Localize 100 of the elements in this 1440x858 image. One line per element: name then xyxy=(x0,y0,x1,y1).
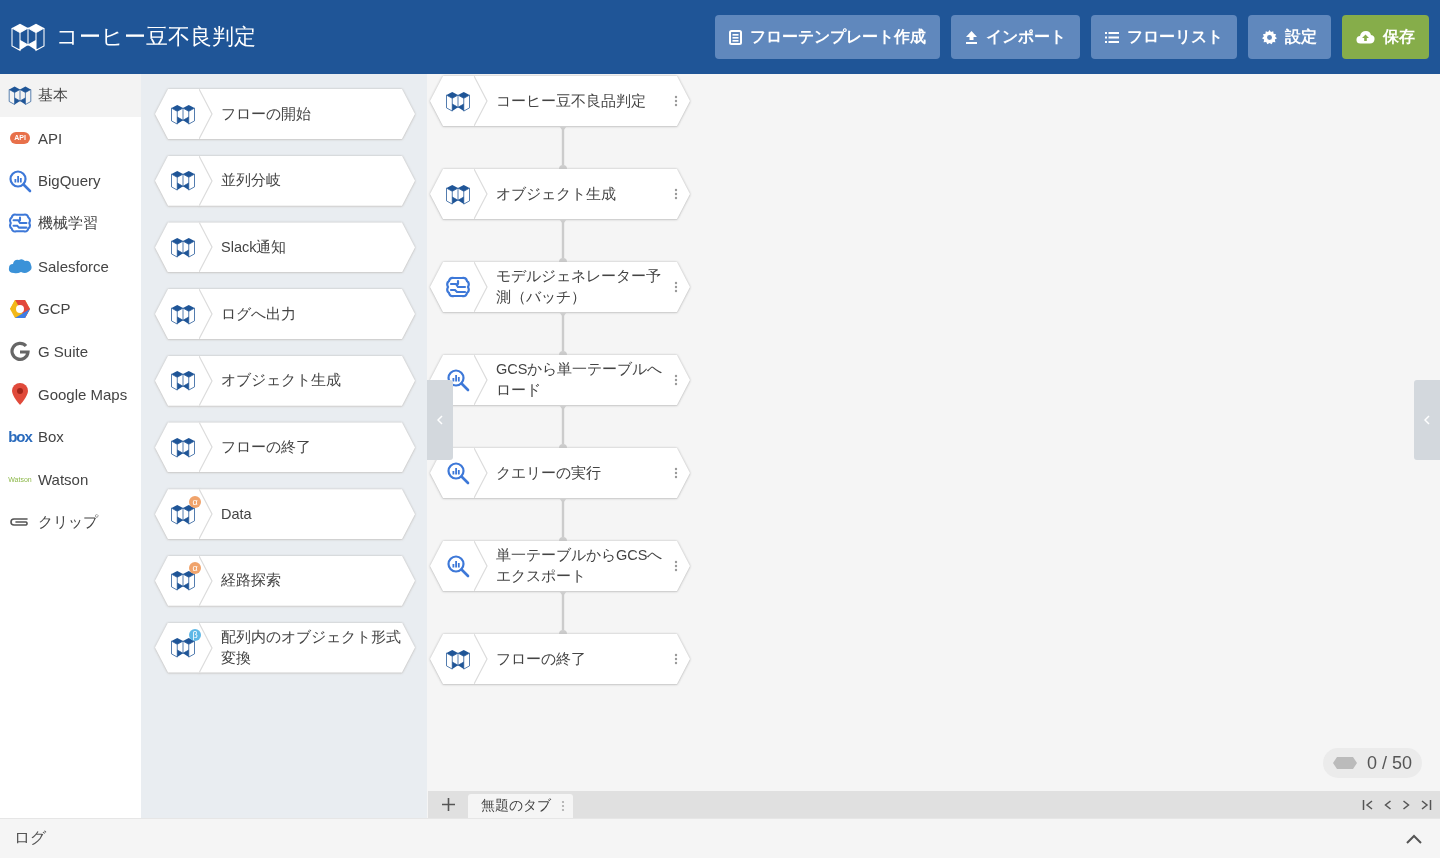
chevron-left-icon xyxy=(437,415,443,425)
last-page-icon[interactable] xyxy=(1420,798,1432,811)
cube-logo-icon xyxy=(170,502,196,526)
cube-logo-icon xyxy=(170,569,196,593)
header-button[interactable]: フローリスト xyxy=(1091,15,1237,59)
palette-block[interactable]: ログへ出力 xyxy=(155,289,415,340)
category-label: G Suite xyxy=(38,342,89,360)
block-divider xyxy=(199,422,213,473)
cloud-icon xyxy=(8,258,32,275)
flow-node[interactable]: GCSから単一テーブルへロード xyxy=(430,355,690,405)
flow-node[interactable]: オブジェクト生成 xyxy=(430,169,690,219)
cube-logo-icon xyxy=(445,647,471,671)
block-label: Data xyxy=(220,504,253,524)
block-divider xyxy=(199,89,213,139)
more-icon[interactable] xyxy=(674,95,678,107)
block-divider xyxy=(199,355,213,406)
block-divider xyxy=(474,262,488,312)
category-label: GCP xyxy=(38,300,71,318)
connector-line xyxy=(558,126,568,169)
header-button[interactable]: インポート xyxy=(951,15,1080,59)
palette-block[interactable]: オブジェクト生成 xyxy=(155,355,415,406)
box-logo: box xyxy=(8,429,32,445)
category-item[interactable]: Salesforce xyxy=(0,244,141,288)
category-label: Salesforce xyxy=(38,257,109,275)
status-badge: α xyxy=(189,562,201,575)
flow-node[interactable]: コーヒー豆不良品判定 xyxy=(430,76,690,126)
category-item[interactable]: 機械学習 xyxy=(0,202,141,245)
block-divider xyxy=(474,355,488,405)
header-button[interactable]: フローテンプレート作成 xyxy=(715,15,940,59)
more-icon[interactable] xyxy=(561,800,565,812)
node-label: フローの終了 xyxy=(495,649,587,669)
cube-logo-icon xyxy=(170,235,196,259)
more-icon[interactable] xyxy=(674,560,678,572)
palette-block[interactable]: フローの終了 xyxy=(155,422,415,473)
cube-logo-icon xyxy=(170,302,196,326)
category-item[interactable]: 基本 xyxy=(0,74,141,117)
more-icon[interactable] xyxy=(674,188,678,200)
category-item[interactable]: G Suite xyxy=(0,330,141,373)
category-item[interactable]: クリップ xyxy=(0,500,141,544)
palette-block[interactable]: β 配列内のオブジェクト形式変換 xyxy=(155,622,415,673)
list-icon xyxy=(1105,31,1119,43)
category-item[interactable]: GCP xyxy=(0,287,141,331)
chevron-left-icon xyxy=(1424,415,1430,425)
palette-block[interactable]: α 経路探索 xyxy=(155,555,415,606)
cube-logo-icon xyxy=(170,435,196,459)
upload-icon xyxy=(965,30,978,44)
block-label: フローの終了 xyxy=(220,437,312,457)
node-label: 単一テーブルからGCSへエクスポート xyxy=(495,546,664,586)
chevron-up-icon[interactable] xyxy=(1406,833,1422,844)
block-divider xyxy=(199,622,213,673)
block-divider xyxy=(199,155,213,206)
category-label: Box xyxy=(38,428,64,446)
category-item[interactable]: box Box xyxy=(0,415,141,459)
header-button[interactable]: 設定 xyxy=(1248,15,1331,59)
cube-logo-icon xyxy=(445,89,471,113)
magnifier-chart-icon xyxy=(8,168,32,193)
block-divider xyxy=(474,169,488,219)
category-label: 基本 xyxy=(38,85,68,105)
expand-handle[interactable] xyxy=(1414,380,1440,460)
plus-icon xyxy=(441,798,455,811)
cube-logo-icon xyxy=(10,21,46,53)
flow-node[interactable]: フローの終了 xyxy=(430,634,690,684)
block-divider xyxy=(474,634,488,684)
palette-block[interactable]: 並列分岐 xyxy=(155,155,415,206)
collapse-handle[interactable] xyxy=(427,380,453,460)
more-icon[interactable] xyxy=(674,653,678,665)
tab[interactable]: 無題のタブ xyxy=(468,794,573,818)
block-label: ログへ出力 xyxy=(220,304,297,324)
magnifier-chart-icon xyxy=(446,461,470,485)
flow-node[interactable]: 単一テーブルからGCSへエクスポート xyxy=(430,541,690,591)
block-divider xyxy=(199,222,213,273)
block-divider xyxy=(199,555,213,606)
cube-logo-icon xyxy=(170,102,196,126)
category-label: Google Maps xyxy=(38,385,128,403)
node-label: GCSから単一テーブルへロード xyxy=(495,360,664,400)
block-divider xyxy=(474,541,488,591)
block-label: 配列内のオブジェクト形式変換 xyxy=(220,627,402,668)
flow-node[interactable]: クエリーの実行 xyxy=(430,448,690,498)
first-page-icon[interactable] xyxy=(1362,798,1374,811)
more-icon[interactable] xyxy=(674,281,678,293)
more-icon[interactable] xyxy=(674,374,678,386)
more-icon[interactable] xyxy=(674,467,678,479)
category-item[interactable]: BigQuery xyxy=(0,159,141,203)
block-label: Slack通知 xyxy=(220,237,288,257)
node-label: モデルジェネレーター予測（バッチ） xyxy=(495,267,662,307)
palette-block[interactable]: Slack通知 xyxy=(155,222,415,273)
palette-block[interactable]: α Data xyxy=(155,489,415,540)
block-divider xyxy=(474,448,488,498)
previous-page-icon[interactable] xyxy=(1384,798,1392,811)
block-divider xyxy=(199,289,213,340)
next-page-icon[interactable] xyxy=(1402,798,1410,811)
connector-line xyxy=(558,498,568,541)
cube-logo-icon xyxy=(170,169,196,193)
cloud-upload-icon xyxy=(1356,30,1375,44)
map-pin-icon xyxy=(12,383,28,406)
flow-node[interactable]: モデルジェネレーター予測（バッチ） xyxy=(430,262,690,312)
block-label: 並列分岐 xyxy=(220,171,282,191)
hexagon-icon xyxy=(1332,757,1357,769)
category-item[interactable]: Google Maps xyxy=(0,372,141,416)
palette-block[interactable]: フローの開始 xyxy=(155,89,415,139)
